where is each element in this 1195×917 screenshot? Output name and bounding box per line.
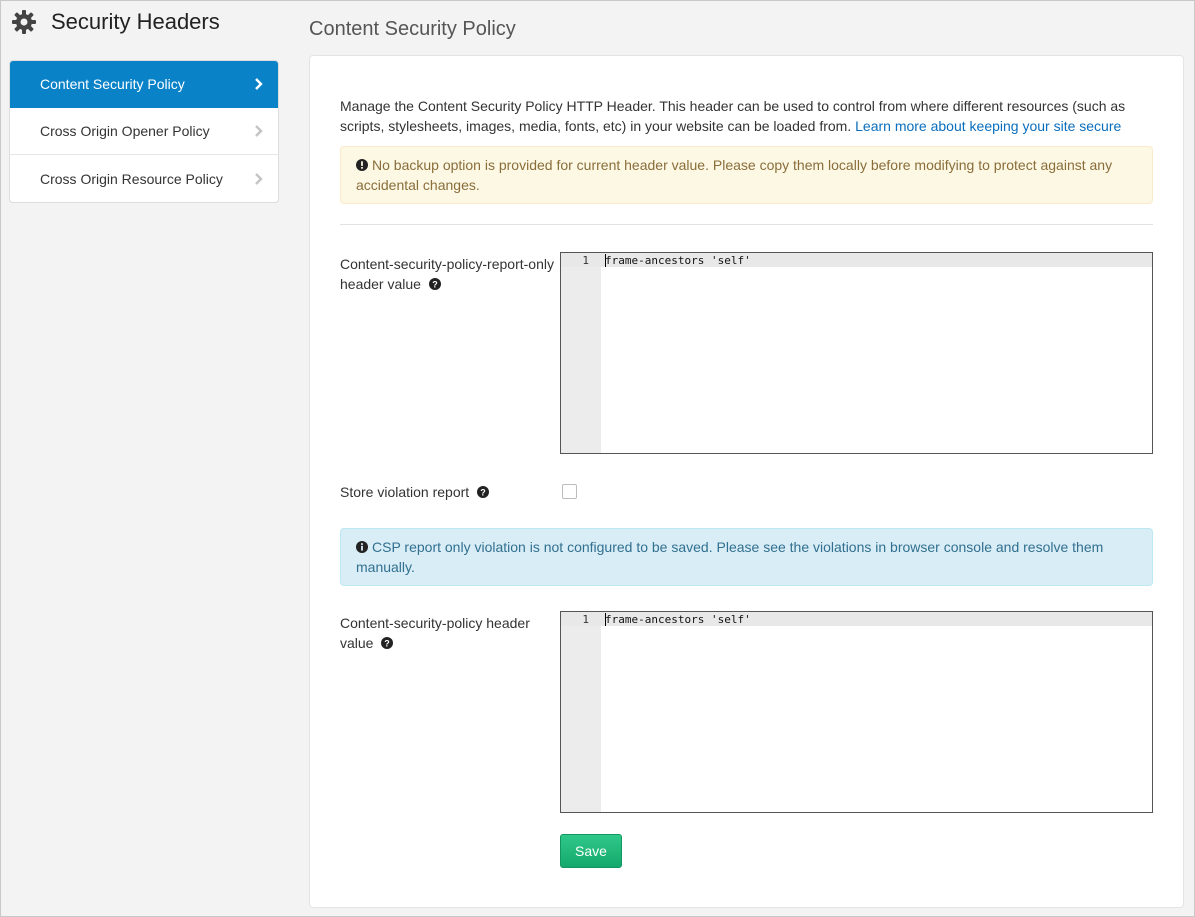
editor-gutter bbox=[561, 612, 601, 812]
description: Manage the Content Security Policy HTTP … bbox=[340, 96, 1140, 136]
chevron-right-icon bbox=[255, 125, 263, 137]
svg-text:?: ? bbox=[432, 279, 438, 289]
csp-label-text: Content-security-policy header value bbox=[340, 615, 530, 651]
text-cursor bbox=[605, 254, 606, 267]
editor-gutter bbox=[561, 253, 601, 453]
help-icon[interactable]: ? bbox=[428, 278, 441, 290]
save-button[interactable]: Save bbox=[560, 834, 622, 868]
sidebar-item-cross-origin-opener-policy[interactable]: Cross Origin Opener Policy bbox=[10, 108, 278, 155]
sidebar-item-cross-origin-resource-policy[interactable]: Cross Origin Resource Policy bbox=[10, 155, 278, 202]
editor-code[interactable]: frame-ancestors 'self' bbox=[605, 254, 751, 267]
text-cursor bbox=[605, 613, 606, 626]
exclamation-icon bbox=[356, 159, 368, 171]
store-violation-label-text: Store violation report bbox=[340, 484, 470, 500]
app-header: Security Headers bbox=[11, 7, 220, 37]
line-number: 1 bbox=[582, 254, 589, 267]
page-title: Content Security Policy bbox=[309, 18, 516, 40]
editor-code[interactable]: frame-ancestors 'self' bbox=[605, 613, 751, 626]
app-title: Security Headers bbox=[51, 9, 220, 34]
sidebar-item-label: Content Security Policy bbox=[40, 76, 185, 92]
svg-text:?: ? bbox=[385, 638, 391, 648]
settings-panel: Manage the Content Security Policy HTTP … bbox=[309, 55, 1184, 908]
warning-text: No backup option is provided for current… bbox=[356, 157, 1113, 193]
help-icon[interactable]: ? bbox=[477, 486, 490, 498]
learn-more-link[interactable]: Learn more about keeping your site secur… bbox=[855, 118, 1121, 134]
app-window: Security Headers Content Security Policy… bbox=[0, 0, 1195, 917]
chevron-right-icon bbox=[255, 172, 263, 185]
sidebar-item-label: Cross Origin Opener Policy bbox=[40, 123, 210, 139]
warning-alert: No backup option is provided for current… bbox=[340, 146, 1153, 204]
csp-label: Content-security-policy header value ? bbox=[340, 613, 560, 653]
sidebar-item-content-security-policy[interactable]: Content Security Policy bbox=[10, 61, 278, 108]
report-only-label-text: Content-security-policy-report-only head… bbox=[340, 256, 554, 292]
svg-text:?: ? bbox=[480, 487, 486, 497]
info-text: CSP report only violation is not configu… bbox=[356, 539, 1104, 575]
sidebar-nav: Content Security Policy Cross Origin Ope… bbox=[9, 60, 279, 203]
line-number: 1 bbox=[582, 613, 589, 626]
csp-editor[interactable]: 1 frame-ancestors 'self' bbox=[560, 611, 1153, 813]
info-icon bbox=[356, 541, 368, 553]
chevron-right-icon bbox=[255, 78, 263, 90]
divider bbox=[340, 224, 1153, 225]
store-violation-label: Store violation report ? bbox=[340, 482, 560, 502]
gear-icon bbox=[12, 10, 36, 34]
info-alert: CSP report only violation is not configu… bbox=[340, 528, 1153, 586]
report-only-label: Content-security-policy-report-only head… bbox=[340, 254, 560, 294]
store-violation-checkbox[interactable] bbox=[562, 484, 577, 499]
report-only-editor[interactable]: 1 frame-ancestors 'self' bbox=[560, 252, 1153, 454]
sidebar-item-label: Cross Origin Resource Policy bbox=[40, 170, 223, 187]
help-icon[interactable]: ? bbox=[381, 637, 394, 649]
